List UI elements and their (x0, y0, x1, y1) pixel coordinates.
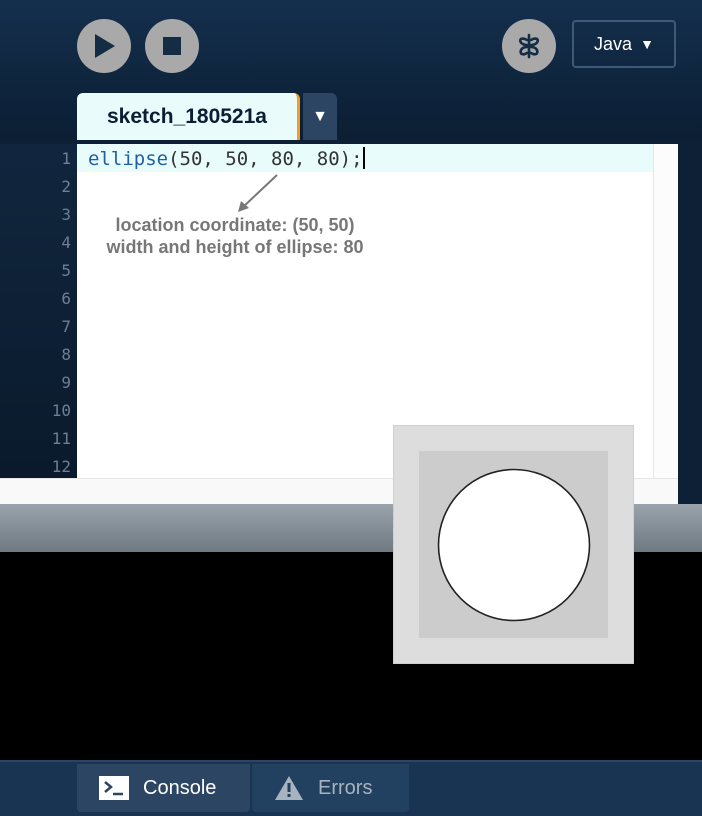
tab-console[interactable]: Console (77, 764, 250, 812)
line-number: 9 (61, 373, 71, 392)
mode-label: Java (594, 33, 633, 54)
sketch-canvas (419, 451, 608, 638)
line-number: 1 (61, 149, 71, 168)
code-line-1[interactable]: ellipse(50, 50, 80, 80); (88, 147, 365, 170)
line-number: 8 (61, 345, 71, 364)
stop-button[interactable] (145, 19, 199, 73)
tab-errors[interactable]: Errors (252, 764, 409, 812)
annotation: location coordinate: (50, 50) width and … (89, 214, 381, 258)
chevron-down-icon: ▼ (312, 107, 328, 125)
text-caret (362, 147, 365, 169)
debug-button[interactable] (502, 19, 556, 73)
butterfly-icon (519, 33, 539, 59)
stop-icon (163, 37, 181, 55)
line-number: 12 (51, 457, 71, 476)
tab-menu-button[interactable]: ▼ (303, 93, 337, 140)
vertical-scrollbar[interactable] (653, 144, 679, 494)
line-number: 11 (51, 429, 71, 448)
mode-selector[interactable]: Java ▼ (572, 20, 676, 68)
tab-sketch[interactable]: sketch_180521a (77, 93, 300, 140)
line-number: 7 (61, 317, 71, 336)
annotation-line: location coordinate: (50, 50) (115, 215, 355, 235)
footer-bar: Console Errors (0, 760, 702, 816)
play-icon (95, 34, 115, 58)
code-function: ellipse (88, 148, 169, 170)
line-number: 2 (61, 177, 71, 196)
line-number: 3 (61, 205, 71, 224)
console-tab-label: Console (143, 776, 217, 799)
chevron-down-icon: ▼ (640, 36, 654, 52)
rendered-ellipse (437, 468, 591, 622)
line-number: 10 (51, 401, 71, 420)
line-number: 4 (61, 233, 71, 252)
sketch-output-window (393, 425, 634, 664)
warning-icon (275, 776, 303, 800)
run-button[interactable] (77, 19, 131, 73)
errors-tab-label: Errors (318, 776, 373, 799)
line-number: 5 (61, 261, 71, 280)
annotation-arrow-icon (238, 174, 278, 212)
code-arguments: (50, 50, 80, 80); (168, 148, 363, 170)
tab-label: sketch_180521a (107, 104, 267, 128)
console-icon (99, 776, 129, 800)
window-edge (678, 140, 702, 505)
annotation-line: width and height of ellipse: 80 (106, 237, 364, 257)
line-numbers: 1 2 3 4 5 6 7 8 9 10 11 12 (0, 144, 77, 478)
line-number: 6 (61, 289, 71, 308)
